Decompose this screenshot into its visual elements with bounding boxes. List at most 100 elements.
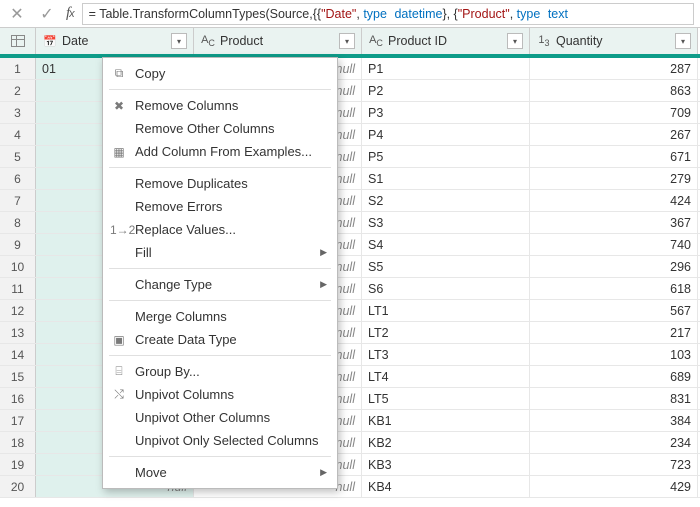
row-header[interactable]: 15 — [0, 366, 36, 387]
cell-quantity[interactable]: 217 — [530, 322, 698, 343]
menu-item-unpivot-columns[interactable]: ⤭Unpivot Columns — [103, 383, 337, 406]
text-type-icon: AC — [200, 34, 216, 48]
menu-item-create-data-type[interactable]: ▣Create Data Type — [103, 328, 337, 351]
row-header[interactable]: 4 — [0, 124, 36, 145]
menu-separator — [109, 268, 331, 269]
column-filter-dropdown[interactable]: ▾ — [339, 33, 355, 49]
submenu-arrow-icon: ▶ — [320, 467, 327, 478]
cell-product-id[interactable]: P4 — [362, 124, 530, 145]
row-header[interactable]: 6 — [0, 168, 36, 189]
cell-product-id[interactable]: S2 — [362, 190, 530, 211]
cell-product-id[interactable]: S5 — [362, 256, 530, 277]
cell-quantity[interactable]: 429 — [530, 476, 698, 497]
menu-item-unpivot-only-selected-columns[interactable]: Unpivot Only Selected Columns — [103, 429, 337, 452]
cell-product-id[interactable]: KB2 — [362, 432, 530, 453]
row-header[interactable]: 3 — [0, 102, 36, 123]
row-header[interactable]: 1 — [0, 58, 36, 79]
row-header[interactable]: 13 — [0, 322, 36, 343]
column-filter-dropdown[interactable]: ▾ — [675, 33, 691, 49]
cell-quantity[interactable]: 618 — [530, 278, 698, 299]
cell-quantity[interactable]: 740 — [530, 234, 698, 255]
cell-quantity[interactable]: 671 — [530, 146, 698, 167]
cell-product-id[interactable]: P5 — [362, 146, 530, 167]
cell-quantity[interactable]: 367 — [530, 212, 698, 233]
row-header[interactable]: 9 — [0, 234, 36, 255]
commit-formula-button[interactable]: ✓ — [36, 3, 58, 25]
cell-product-id[interactable]: KB3 — [362, 454, 530, 475]
table-icon — [11, 35, 25, 47]
cell-quantity[interactable]: 723 — [530, 454, 698, 475]
menu-item-move[interactable]: Move▶ — [103, 461, 337, 484]
cell-quantity[interactable]: 287 — [530, 58, 698, 79]
cell-product-id[interactable]: LT4 — [362, 366, 530, 387]
cell-product-id[interactable]: S4 — [362, 234, 530, 255]
row-header[interactable]: 11 — [0, 278, 36, 299]
cell-quantity[interactable]: 103 — [530, 344, 698, 365]
column-filter-dropdown[interactable]: ▾ — [171, 33, 187, 49]
cell-quantity[interactable]: 567 — [530, 300, 698, 321]
select-all-corner[interactable] — [0, 28, 36, 54]
row-header[interactable]: 2 — [0, 80, 36, 101]
column-header-product-id[interactable]: AC Product ID ▾ — [362, 28, 530, 54]
cell-product-id[interactable]: P3 — [362, 102, 530, 123]
cell-product-id[interactable]: KB1 — [362, 410, 530, 431]
menu-separator — [109, 167, 331, 168]
row-header[interactable]: 18 — [0, 432, 36, 453]
menu-item-change-type[interactable]: Change Type▶ — [103, 273, 337, 296]
cell-quantity[interactable]: 234 — [530, 432, 698, 453]
menu-item-group-by[interactable]: ⌸Group By... — [103, 360, 337, 383]
cell-product-id[interactable]: P2 — [362, 80, 530, 101]
cell-product-id[interactable]: LT1 — [362, 300, 530, 321]
cell-product-id[interactable]: S6 — [362, 278, 530, 299]
row-header[interactable]: 19 — [0, 454, 36, 475]
cell-quantity[interactable]: 424 — [530, 190, 698, 211]
cell-product-id[interactable]: LT3 — [362, 344, 530, 365]
menu-item-remove-errors[interactable]: Remove Errors — [103, 195, 337, 218]
row-header[interactable]: 20 — [0, 476, 36, 497]
row-header[interactable]: 5 — [0, 146, 36, 167]
menu-item-fill[interactable]: Fill▶ — [103, 241, 337, 264]
cell-product-id[interactable]: S1 — [362, 168, 530, 189]
cell-product-id[interactable]: S3 — [362, 212, 530, 233]
menu-item-label: Unpivot Other Columns — [135, 410, 270, 425]
menu-separator — [109, 355, 331, 356]
menu-item-remove-other-columns[interactable]: Remove Other Columns — [103, 117, 337, 140]
cell-quantity[interactable]: 863 — [530, 80, 698, 101]
menu-item-copy[interactable]: ⧉Copy — [103, 62, 337, 85]
menu-item-remove-duplicates[interactable]: Remove Duplicates — [103, 172, 337, 195]
menu-item-replace-values[interactable]: 1→2Replace Values... — [103, 218, 337, 241]
cell-product-id[interactable]: LT5 — [362, 388, 530, 409]
cell-quantity[interactable]: 831 — [530, 388, 698, 409]
column-filter-dropdown[interactable]: ▾ — [507, 33, 523, 49]
column-header-product[interactable]: AC Product ▾ — [194, 28, 362, 54]
row-header[interactable]: 10 — [0, 256, 36, 277]
menu-item-unpivot-other-columns[interactable]: Unpivot Other Columns — [103, 406, 337, 429]
column-label: Product ID — [388, 34, 447, 48]
column-header-quantity[interactable]: 13 Quantity ▾ — [530, 28, 698, 54]
row-header[interactable]: 16 — [0, 388, 36, 409]
row-header[interactable]: 7 — [0, 190, 36, 211]
column-label: Date — [62, 34, 88, 48]
menu-item-add-column-from-examples[interactable]: ▦Add Column From Examples... — [103, 140, 337, 163]
cell-product-id[interactable]: LT2 — [362, 322, 530, 343]
cell-quantity[interactable]: 296 — [530, 256, 698, 277]
column-header-date[interactable]: 📅 Date ▾ — [36, 28, 194, 54]
menu-item-label: Unpivot Only Selected Columns — [135, 433, 319, 448]
row-header[interactable]: 8 — [0, 212, 36, 233]
add-col-icon: ▦ — [110, 145, 128, 159]
menu-item-remove-columns[interactable]: ✖Remove Columns — [103, 94, 337, 117]
row-header[interactable]: 12 — [0, 300, 36, 321]
cell-quantity[interactable]: 279 — [530, 168, 698, 189]
cell-product-id[interactable]: KB4 — [362, 476, 530, 497]
cell-product-id[interactable]: P1 — [362, 58, 530, 79]
row-header[interactable]: 14 — [0, 344, 36, 365]
cell-quantity[interactable]: 267 — [530, 124, 698, 145]
menu-item-merge-columns[interactable]: Merge Columns — [103, 305, 337, 328]
cell-quantity[interactable]: 689 — [530, 366, 698, 387]
row-header[interactable]: 17 — [0, 410, 36, 431]
cancel-formula-button[interactable]: ✕ — [6, 3, 28, 25]
cell-quantity[interactable]: 709 — [530, 102, 698, 123]
formula-input[interactable]: = Table.TransformColumnTypes(Source,{{"D… — [82, 3, 694, 25]
cell-quantity[interactable]: 384 — [530, 410, 698, 431]
menu-item-label: Remove Duplicates — [135, 176, 248, 191]
